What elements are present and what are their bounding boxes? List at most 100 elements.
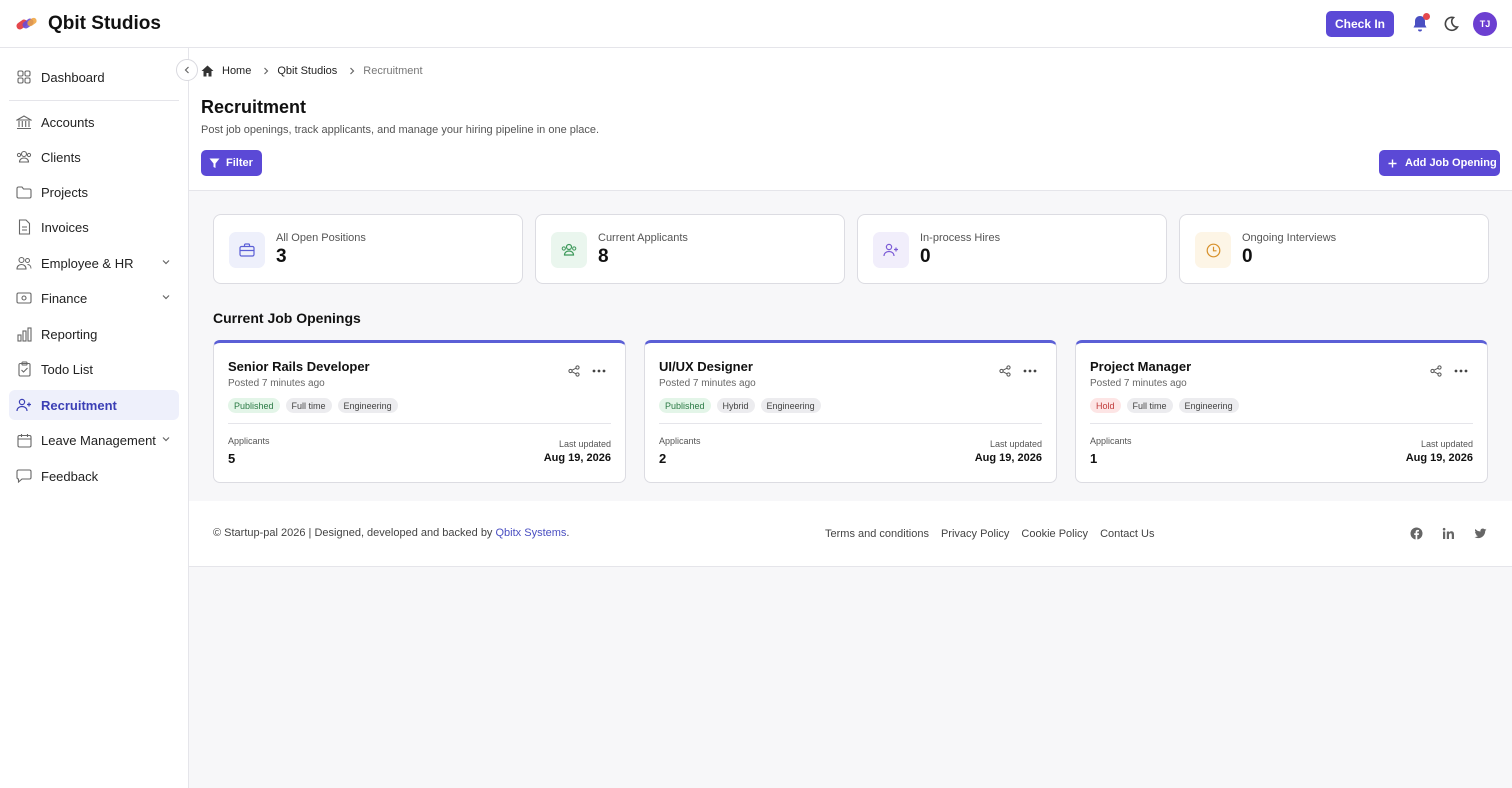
sidebar-item-recruitment[interactable]: Recruitment <box>9 390 179 420</box>
job-posted: Posted 7 minutes ago <box>228 378 325 389</box>
job-title[interactable]: Project Manager <box>1090 359 1191 374</box>
applicants-label: Applicants <box>1090 436 1132 446</box>
footer-link-privacy[interactable]: Privacy Policy <box>941 528 1009 540</box>
section-title: Current Job Openings <box>213 310 361 326</box>
facebook-icon[interactable] <box>1410 527 1423 540</box>
more-options-icon[interactable] <box>592 365 606 377</box>
job-tags: Published Full time Engineering <box>228 398 404 413</box>
add-job-opening-button[interactable]: Add Job Opening <box>1379 150 1500 176</box>
collapse-sidebar-button[interactable] <box>176 59 198 81</box>
sidebar-item-leave-management[interactable]: Leave Management <box>9 425 179 455</box>
filter-button-label: Filter <box>226 157 253 169</box>
footer: © Startup-pal 2026 | Designed, developed… <box>189 501 1512 567</box>
sidebar-item-label: Dashboard <box>41 69 105 85</box>
stat-label: Current Applicants <box>598 232 688 244</box>
sidebar-item-projects[interactable]: Projects <box>9 177 179 207</box>
divider <box>659 423 1042 424</box>
sidebar-item-finance[interactable]: Finance <box>9 283 179 313</box>
avatar[interactable]: TJ <box>1473 12 1497 36</box>
chevron-down-icon <box>162 260 170 265</box>
footer-links: Terms and conditions Privacy Policy Cook… <box>825 528 1166 540</box>
share-icon[interactable] <box>999 365 1011 377</box>
job-posted: Posted 7 minutes ago <box>659 378 756 389</box>
divider <box>228 423 611 424</box>
stat-label: In-process Hires <box>920 232 1001 244</box>
sidebar-item-clients[interactable]: Clients <box>9 142 179 172</box>
brand-name: Qbit Studios <box>48 12 161 34</box>
user-plus-icon <box>873 232 909 268</box>
job-type-badge: Full time <box>1126 398 1173 413</box>
breadcrumb: Home Qbit Studios Recruitment <box>201 65 423 77</box>
sidebar-item-label: Accounts <box>41 114 95 130</box>
users-icon <box>15 148 33 166</box>
job-title[interactable]: UI/UX Designer <box>659 359 753 374</box>
job-card[interactable]: Project Manager Posted 7 minutes ago Hol… <box>1075 340 1488 483</box>
user-plus-icon <box>15 396 33 414</box>
sidebar-item-employee-hr[interactable]: Employee & HR <box>9 248 179 278</box>
department-badge: Engineering <box>337 398 398 413</box>
footer-period: . <box>566 527 570 539</box>
sidebar-item-accounts[interactable]: Accounts <box>9 107 179 137</box>
chart-icon <box>15 325 33 343</box>
sidebar-item-reporting[interactable]: Reporting <box>9 319 179 349</box>
footer-company-link[interactable]: Qbitx Systems <box>496 527 567 539</box>
filter-button[interactable]: Filter <box>201 150 262 176</box>
grid-icon <box>15 68 33 86</box>
sidebar-item-label: Leave Management <box>41 432 156 448</box>
chat-icon <box>15 467 33 485</box>
bank-icon <box>15 113 33 131</box>
sidebar-item-todo-list[interactable]: Todo List <box>9 354 179 384</box>
more-options-icon[interactable] <box>1023 365 1037 377</box>
clipboard-icon <box>15 360 33 378</box>
last-updated-label: Last updated <box>989 439 1042 449</box>
status-badge: Hold <box>1090 398 1121 413</box>
sidebar-item-label: Projects <box>41 184 88 200</box>
footer-link-terms[interactable]: Terms and conditions <box>825 528 929 540</box>
job-tags: Published Hybrid Engineering <box>659 398 827 413</box>
last-updated-date: Aug 19, 2026 <box>543 452 611 464</box>
share-icon[interactable] <box>1430 365 1442 377</box>
sidebar: Dashboard Accounts Clients Projects Invo… <box>0 48 198 788</box>
check-in-button[interactable]: Check In <box>1325 11 1394 37</box>
last-updated-label: Last updated <box>558 439 611 449</box>
breadcrumb-company[interactable]: Qbit Studios <box>277 65 337 77</box>
job-card[interactable]: UI/UX Designer Posted 7 minutes ago Publ… <box>644 340 1057 483</box>
sidebar-item-label: Recruitment <box>41 397 117 413</box>
sidebar-item-feedback[interactable]: Feedback <box>9 461 179 491</box>
last-updated-date: Aug 19, 2026 <box>974 452 1042 464</box>
share-icon[interactable] <box>568 365 580 377</box>
job-title[interactable]: Senior Rails Developer <box>228 359 370 374</box>
stat-card-ongoing-interviews: Ongoing Interviews 0 <box>1179 214 1489 284</box>
linkedin-icon[interactable] <box>1442 527 1455 540</box>
footer-link-contact[interactable]: Contact Us <box>1100 528 1154 540</box>
applicants-count: 1 <box>1090 451 1098 466</box>
bell-icon[interactable] <box>1412 13 1430 33</box>
last-updated-label: Last updated <box>1420 439 1473 449</box>
chevron-right-icon <box>264 67 269 75</box>
status-badge: Published <box>659 398 711 413</box>
twitter-icon[interactable] <box>1474 527 1487 540</box>
sidebar-item-invoices[interactable]: Invoices <box>9 212 179 242</box>
stat-value: 0 <box>1242 246 1253 267</box>
moon-icon[interactable] <box>1443 16 1459 32</box>
brand[interactable]: Qbit Studios <box>15 13 161 35</box>
divider <box>1090 423 1473 424</box>
stat-label: All Open Positions <box>276 232 366 244</box>
home-icon[interactable] <box>201 65 214 77</box>
footer-link-cookie[interactable]: Cookie Policy <box>1021 528 1088 540</box>
job-card[interactable]: Senior Rails Developer Posted 7 minutes … <box>213 340 626 483</box>
more-options-icon[interactable] <box>1454 365 1468 377</box>
footer-copyright: © Startup-pal 2026 | Designed, developed… <box>213 527 569 539</box>
applicants-label: Applicants <box>659 436 701 446</box>
sidebar-item-dashboard[interactable]: Dashboard <box>9 62 179 92</box>
page-title: Recruitment <box>201 97 307 117</box>
clock-icon <box>1195 232 1231 268</box>
applicants-count: 5 <box>228 451 236 466</box>
footer-copy-text: © Startup-pal 2026 | Designed, developed… <box>213 527 496 539</box>
job-posted: Posted 7 minutes ago <box>1090 378 1187 389</box>
breadcrumb-home[interactable]: Home <box>222 65 251 77</box>
job-tags: Hold Full time Engineering <box>1090 398 1245 413</box>
job-type-badge: Full time <box>285 398 332 413</box>
page-header: Home Qbit Studios Recruitment Recruitmen… <box>189 48 1512 191</box>
users-icon <box>551 232 587 268</box>
